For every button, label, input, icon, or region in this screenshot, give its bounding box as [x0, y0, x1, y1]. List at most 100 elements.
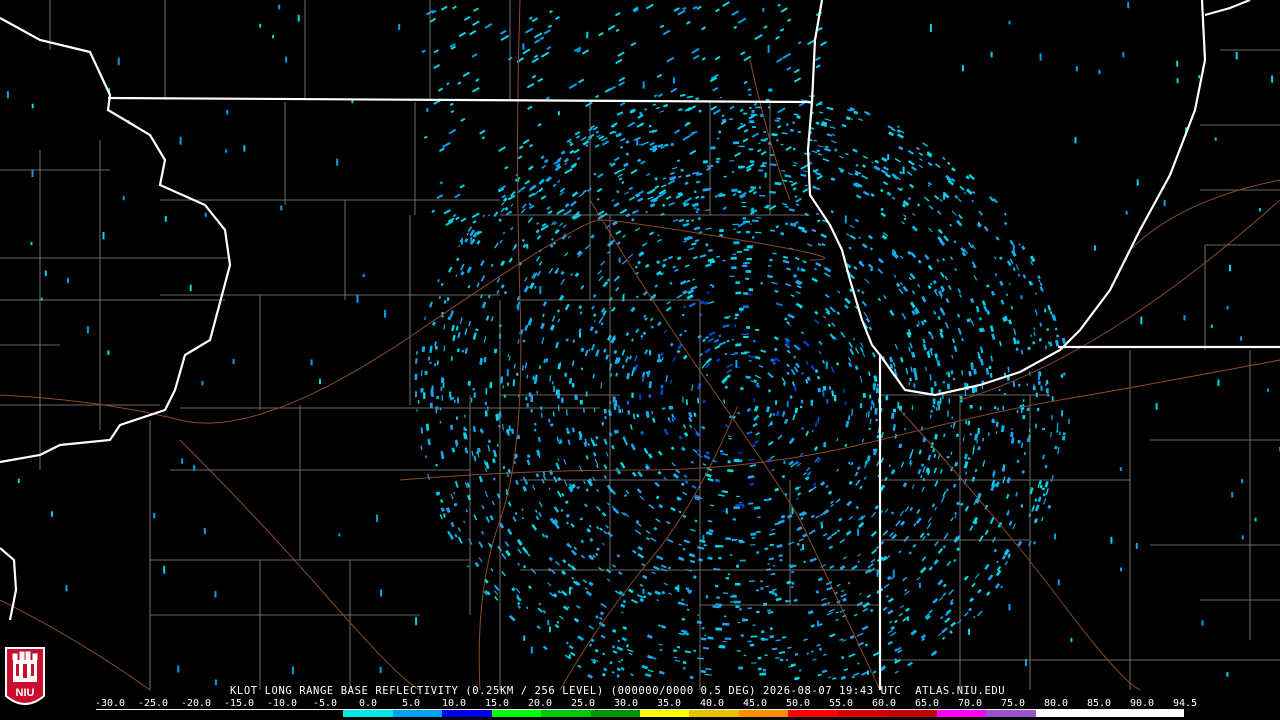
echo-pixel	[594, 648, 599, 653]
echo-pixel	[502, 385, 504, 389]
scale-tick-label: 0.0	[358, 698, 378, 709]
echo-pixel	[552, 593, 558, 598]
scale-tick-label: 15.0	[484, 698, 510, 709]
echo-pixel	[873, 402, 875, 408]
echo-pixel	[972, 445, 975, 451]
echo-pixel	[934, 353, 938, 358]
echo-pixel	[484, 23, 493, 29]
echo-pixel	[751, 662, 757, 664]
echo-pixel	[776, 543, 783, 549]
echo-pixel	[916, 203, 921, 207]
echo-pixel	[902, 166, 905, 174]
echo-pixel	[749, 160, 755, 164]
echo-pixel	[984, 529, 989, 536]
echo-pixel	[1254, 517, 1257, 522]
echo-pixel	[735, 281, 741, 284]
echo-pixel	[829, 633, 836, 638]
echo-pixel	[683, 305, 686, 309]
echo-pixel	[1041, 427, 1045, 431]
echo-pixel	[492, 477, 496, 481]
echo-pixel	[906, 171, 913, 176]
echo-pixel	[704, 634, 707, 637]
echo-pixel	[767, 274, 773, 279]
echo-pixel	[927, 350, 931, 354]
echo-pixel	[934, 506, 938, 511]
echo-pixel	[586, 31, 589, 39]
echo-pixel	[648, 381, 653, 389]
echo-pixel	[911, 225, 918, 232]
echo-pixel	[291, 666, 294, 675]
echo-pixel	[551, 315, 556, 322]
echo-pixel	[696, 620, 703, 625]
echo-pixel	[571, 383, 575, 388]
echo-pixel	[620, 145, 624, 149]
echo-pixel	[789, 128, 794, 132]
echo-pixel	[748, 580, 755, 583]
echo-pixel	[672, 218, 679, 223]
echo-pixel	[767, 563, 770, 565]
echo-pixel	[611, 645, 616, 649]
echo-pixel	[692, 5, 698, 10]
echo-pixel	[810, 364, 815, 371]
echo-pixel	[726, 363, 734, 368]
echo-pixel	[606, 502, 610, 506]
echo-pixel	[847, 172, 854, 176]
echo-pixel	[767, 611, 774, 614]
echo-pixel	[788, 437, 796, 445]
echo-pixel	[416, 409, 418, 412]
echo-pixel	[521, 238, 526, 243]
echo-pixel	[813, 139, 817, 142]
echo-pixel	[505, 549, 511, 557]
echo-pixel	[1049, 341, 1053, 347]
echo-pixel	[1015, 264, 1020, 271]
echo-pixel	[588, 348, 591, 352]
echo-pixel	[701, 627, 705, 630]
echo-pixel	[425, 423, 430, 431]
echo-pixel	[1061, 337, 1066, 344]
echo-pixel	[1210, 324, 1213, 328]
echo-pixel	[720, 644, 725, 647]
echo-pixel	[616, 667, 621, 672]
echo-pixel	[932, 597, 939, 604]
echo-pixel	[637, 553, 645, 559]
echo-pixel	[582, 140, 590, 146]
echo-pixel	[1051, 415, 1053, 420]
echo-pixel	[579, 332, 581, 338]
echo-pixel	[688, 247, 695, 251]
echo-pixel	[600, 634, 606, 639]
echo-pixel	[932, 398, 936, 405]
echo-pixel	[780, 143, 784, 146]
echo-pixel	[438, 147, 445, 153]
echo-pixel	[527, 585, 532, 590]
echo-pixel	[967, 420, 971, 426]
echo-pixel	[677, 556, 685, 562]
echo-pixel	[624, 191, 630, 195]
echo-pixel	[560, 150, 566, 155]
echo-pixel	[739, 503, 745, 506]
echo-pixel	[724, 615, 727, 618]
echo-pixel	[871, 400, 874, 405]
echo-pixel	[740, 51, 746, 56]
echo-pixel	[667, 255, 674, 260]
echo-pixel	[736, 564, 740, 568]
echo-pixel	[619, 101, 626, 107]
echo-pixel	[414, 373, 418, 380]
echo-pixel	[700, 669, 707, 674]
echo-pixel	[458, 31, 467, 38]
echo-pixel	[829, 306, 836, 313]
echo-pixel	[872, 383, 877, 388]
echo-pixel	[562, 559, 567, 564]
echo-pixel	[770, 163, 777, 167]
echo-pixel	[532, 484, 536, 491]
echo-pixel	[1127, 1, 1130, 9]
echo-pixel	[637, 471, 643, 478]
echo-pixel	[754, 328, 760, 332]
echo-pixel	[697, 397, 700, 404]
scale-tick-label: 85.0	[1086, 698, 1112, 709]
echo-pixel	[595, 615, 599, 619]
echo-pixel	[614, 169, 621, 175]
echo-pixel	[533, 32, 543, 39]
echo-pixel	[285, 56, 288, 63]
echo-pixel	[898, 550, 902, 554]
echo-pixel	[495, 413, 499, 421]
